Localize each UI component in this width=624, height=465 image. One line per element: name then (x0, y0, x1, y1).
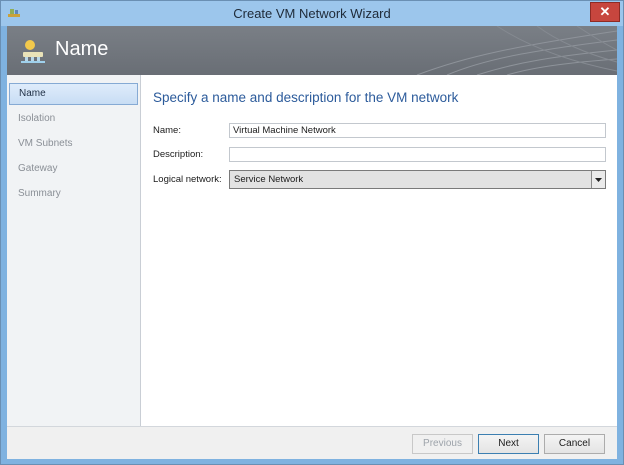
window-title: Create VM Network Wizard (233, 6, 391, 21)
close-button[interactable]: ✕ (590, 2, 620, 22)
previous-button[interactable]: Previous (412, 434, 473, 454)
sidebar-item-name[interactable]: Name (9, 83, 138, 105)
logical-network-value: Service Network (234, 174, 304, 185)
section-heading: Specify a name and description for the V… (153, 90, 459, 105)
cancel-button[interactable]: Cancel (544, 434, 605, 454)
wizard-window: Create VM Network Wizard ✕ Name Name Iso… (0, 0, 624, 465)
banner-decoration (416, 26, 617, 75)
logical-network-select[interactable]: Service Network (229, 170, 606, 189)
network-wizard-icon (21, 40, 45, 63)
sidebar-item-summary[interactable]: Summary (9, 183, 138, 205)
page-banner: Name (7, 26, 617, 75)
wizard-footer: Previous Next Cancel (7, 426, 617, 459)
description-field[interactable] (229, 147, 606, 162)
name-label: Name: (153, 125, 181, 136)
logical-network-label: Logical network: (153, 174, 222, 185)
main-panel: Specify a name and description for the V… (141, 75, 617, 426)
description-label: Description: (153, 149, 204, 160)
title-bar[interactable]: Create VM Network Wizard ✕ (1, 1, 623, 26)
next-button[interactable]: Next (478, 434, 539, 454)
dropdown-arrow-icon[interactable] (591, 171, 605, 188)
wizard-steps-sidebar: Name Isolation VM Subnets Gateway Summar… (7, 75, 141, 426)
name-field[interactable] (229, 123, 606, 138)
wizard-content: Name Name Isolation VM Subnets Gateway S… (7, 26, 617, 459)
sidebar-item-gateway[interactable]: Gateway (9, 158, 138, 180)
sidebar-item-vm-subnets[interactable]: VM Subnets (9, 133, 138, 155)
page-title: Name (55, 38, 109, 60)
sidebar-item-isolation[interactable]: Isolation (9, 108, 138, 130)
